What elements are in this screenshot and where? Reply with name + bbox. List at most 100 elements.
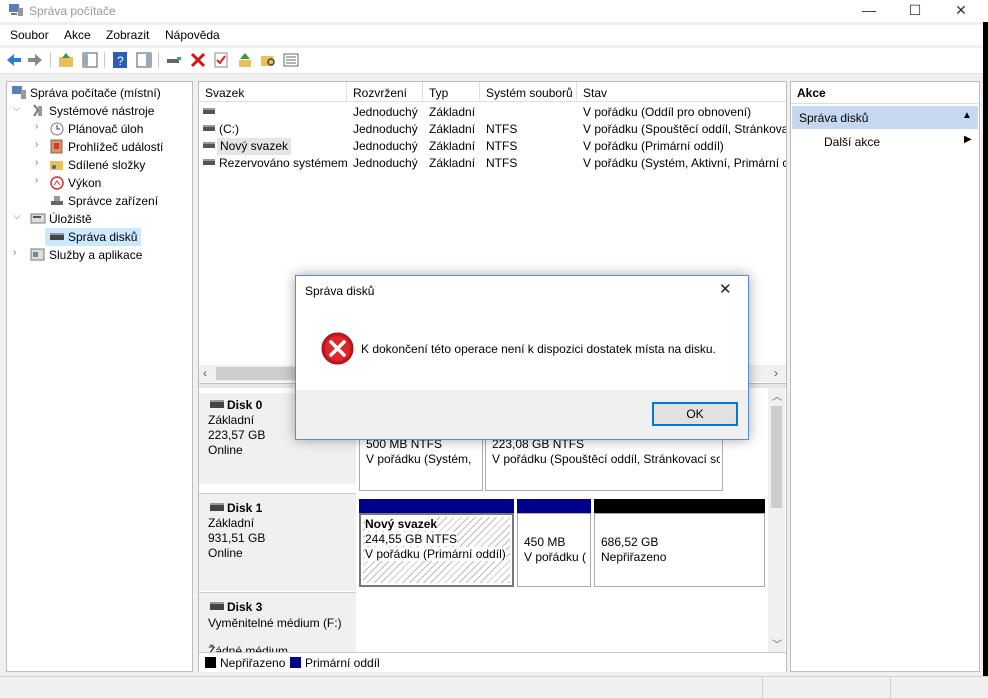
status-bar [0, 676, 988, 698]
toolbar-separator [158, 52, 159, 68]
volume-icon [203, 159, 215, 165]
chevron-right-icon[interactable]: › [35, 121, 45, 135]
volume-row[interactable]: (C:) Jednoduchý Základní NTFS V pořádku … [199, 120, 786, 137]
collapse-up-icon[interactable]: ▲ [962, 110, 972, 121]
tree-item-shared-folders[interactable]: › Sdílené složky [9, 156, 189, 174]
minimize-button[interactable]: — [846, 0, 892, 22]
tree-label: Úložiště [49, 212, 92, 226]
disk-state: Online [208, 443, 243, 457]
help-icon[interactable]: ? [111, 51, 129, 69]
disk-1-unallocated[interactable]: 686,52 GB Nepřiřazeno [594, 513, 765, 587]
scroll-left-icon[interactable]: ‹ [203, 366, 207, 380]
partition-status: V pořádku (Primární oddíl) [365, 547, 506, 561]
volume-fs: NTFS [486, 122, 518, 136]
partition-status: V pořádku (Spouštěcí oddíl, Stránkovací … [492, 452, 720, 466]
volume-layout: Jednoduchý [353, 139, 418, 153]
console-tree: Správa počítače (místní) ⌵ Systémové nás… [6, 81, 193, 672]
scroll-down-icon[interactable]: ﹀ [772, 636, 782, 651]
close-button[interactable]: ✕ [938, 0, 984, 22]
chevron-right-icon[interactable]: › [13, 247, 23, 261]
computer-management-icon [9, 4, 23, 16]
partition-name: Nový svazek [365, 517, 438, 531]
dialog-message: K dokončení této operace není k dispozic… [361, 342, 716, 356]
primary-partition-bar [359, 499, 514, 513]
ok-button[interactable]: OK [652, 402, 738, 426]
tree-item-disk-management[interactable]: Správa disků [45, 228, 141, 246]
tree-item-device-manager[interactable]: Správce zařízení [9, 192, 189, 210]
maximize-button[interactable]: ☐ [892, 0, 938, 22]
volume-layout: Jednoduchý [353, 122, 418, 136]
search-folder-icon[interactable] [259, 51, 277, 69]
tree-item-services[interactable]: › Služby a aplikace [9, 246, 189, 264]
window-edge [983, 22, 988, 698]
tree-item-task-scheduler[interactable]: › Plánovač úloh [9, 120, 189, 138]
volume-icon [203, 108, 215, 114]
disk-1-partition-nový-svazek[interactable]: Nový svazek 244,55 GB NTFS V pořádku (Pr… [359, 513, 514, 587]
tree-label: Správce zařízení [68, 194, 159, 208]
scroll-thumb[interactable] [771, 406, 782, 508]
tree-label: Prohlížeč událostí [68, 140, 164, 154]
partition-size: 686,52 GB [601, 535, 659, 549]
disk-0-partition-1[interactable]: 500 MB NTFS V pořádku (Systém, [359, 436, 483, 491]
back-arrow-icon[interactable] [5, 51, 23, 69]
show-hide-tree-icon[interactable] [81, 51, 99, 69]
vertical-scrollbar[interactable]: ︿ ﹀ [768, 388, 785, 652]
forward-arrow-icon[interactable] [26, 51, 44, 69]
disk-0-partition-2[interactable]: 223,08 GB NTFS V pořádku (Spouštěcí oddí… [485, 436, 723, 491]
menu-akce[interactable]: Akce [64, 28, 91, 42]
error-dialog: Správa disků ✕ K dokončení této operace … [295, 275, 749, 440]
tree-item-system-tools[interactable]: ⌵ Systémové nástroje [9, 102, 189, 120]
column-header-status[interactable]: Stav [577, 82, 786, 102]
disk-type: Základní [208, 516, 255, 530]
actions-section[interactable]: Správa disků ▲ [792, 106, 978, 129]
disk-1-info[interactable]: Disk 1 Základní 931,51 GB Online [199, 493, 356, 591]
disk-drive-icon [50, 233, 64, 240]
menu-napoveda[interactable]: Nápověda [165, 28, 220, 42]
up-folder-icon[interactable] [57, 51, 75, 69]
partition-size: 244,55 GB NTFS [365, 532, 458, 546]
disk-extra: Žádné médium [208, 644, 289, 652]
connect-icon[interactable] [165, 51, 183, 69]
list-view-icon[interactable] [282, 51, 300, 69]
import-up-icon[interactable] [236, 51, 254, 69]
actions-section-label: Správa disků [799, 111, 869, 125]
tree-label: Systémové nástroje [49, 104, 155, 118]
chevron-right-icon[interactable]: › [35, 175, 45, 189]
column-header-type[interactable]: Typ [423, 82, 480, 102]
column-header-filesystem[interactable]: Systém souborů [480, 82, 577, 102]
dialog-close-icon[interactable]: ✕ [719, 280, 732, 298]
volume-row[interactable]: Rezervováno systémem Jednoduchý Základní… [199, 154, 786, 171]
chevron-down-icon[interactable]: ⌵ [13, 103, 23, 117]
volume-name: Rezervováno systémem [219, 156, 347, 170]
scroll-right-icon[interactable]: › [774, 366, 778, 380]
tree-item-event-viewer[interactable]: › Prohlížeč událostí [9, 138, 189, 156]
delete-icon[interactable] [189, 51, 207, 69]
actions-header: Akce [791, 82, 979, 104]
more-actions-item[interactable]: Další akce ▶ [792, 131, 978, 151]
volume-row[interactable]: Jednoduchý Základní V pořádku (Oddíl pro… [199, 103, 786, 120]
column-header-volume[interactable]: Svazek [199, 82, 347, 102]
chevron-right-icon[interactable]: › [35, 157, 45, 171]
tree-label: Výkon [68, 176, 102, 190]
volume-fs: NTFS [486, 156, 518, 170]
menu-soubor[interactable]: Soubor [10, 28, 49, 42]
tree-item-root[interactable]: Správa počítače (místní) [9, 84, 189, 102]
toolbar: ? [0, 48, 988, 74]
disk-1-partition-2[interactable]: 450 MB V pořádku ( [517, 513, 591, 587]
volume-row[interactable]: Nový svazek Jednoduchý Základní NTFS V p… [199, 137, 786, 155]
chevron-right-icon[interactable]: › [35, 139, 45, 153]
unallocated-bar [594, 499, 765, 513]
scroll-up-icon[interactable]: ︿ [772, 388, 782, 403]
column-header-layout[interactable]: Rozvržení [347, 82, 423, 102]
menu-zobrazit[interactable]: Zobrazit [106, 28, 149, 42]
chevron-down-icon[interactable]: ⌵ [13, 211, 23, 225]
properties-check-icon[interactable] [212, 51, 230, 69]
legend-unallocated-swatch [205, 657, 216, 668]
tree-item-performance[interactable]: › Výkon [9, 174, 189, 192]
disk-3-info[interactable]: Disk 3 Vyměnitelné médium (F:) Žádné méd… [199, 592, 356, 652]
show-hide-action-pane-icon[interactable] [135, 51, 153, 69]
volume-status: V pořádku (Systém, Aktivní, Primární o [583, 156, 786, 170]
tree-item-storage[interactable]: ⌵ Úložiště [9, 210, 189, 228]
toolbar-separator [104, 52, 105, 68]
system-tools-icon [33, 104, 42, 117]
